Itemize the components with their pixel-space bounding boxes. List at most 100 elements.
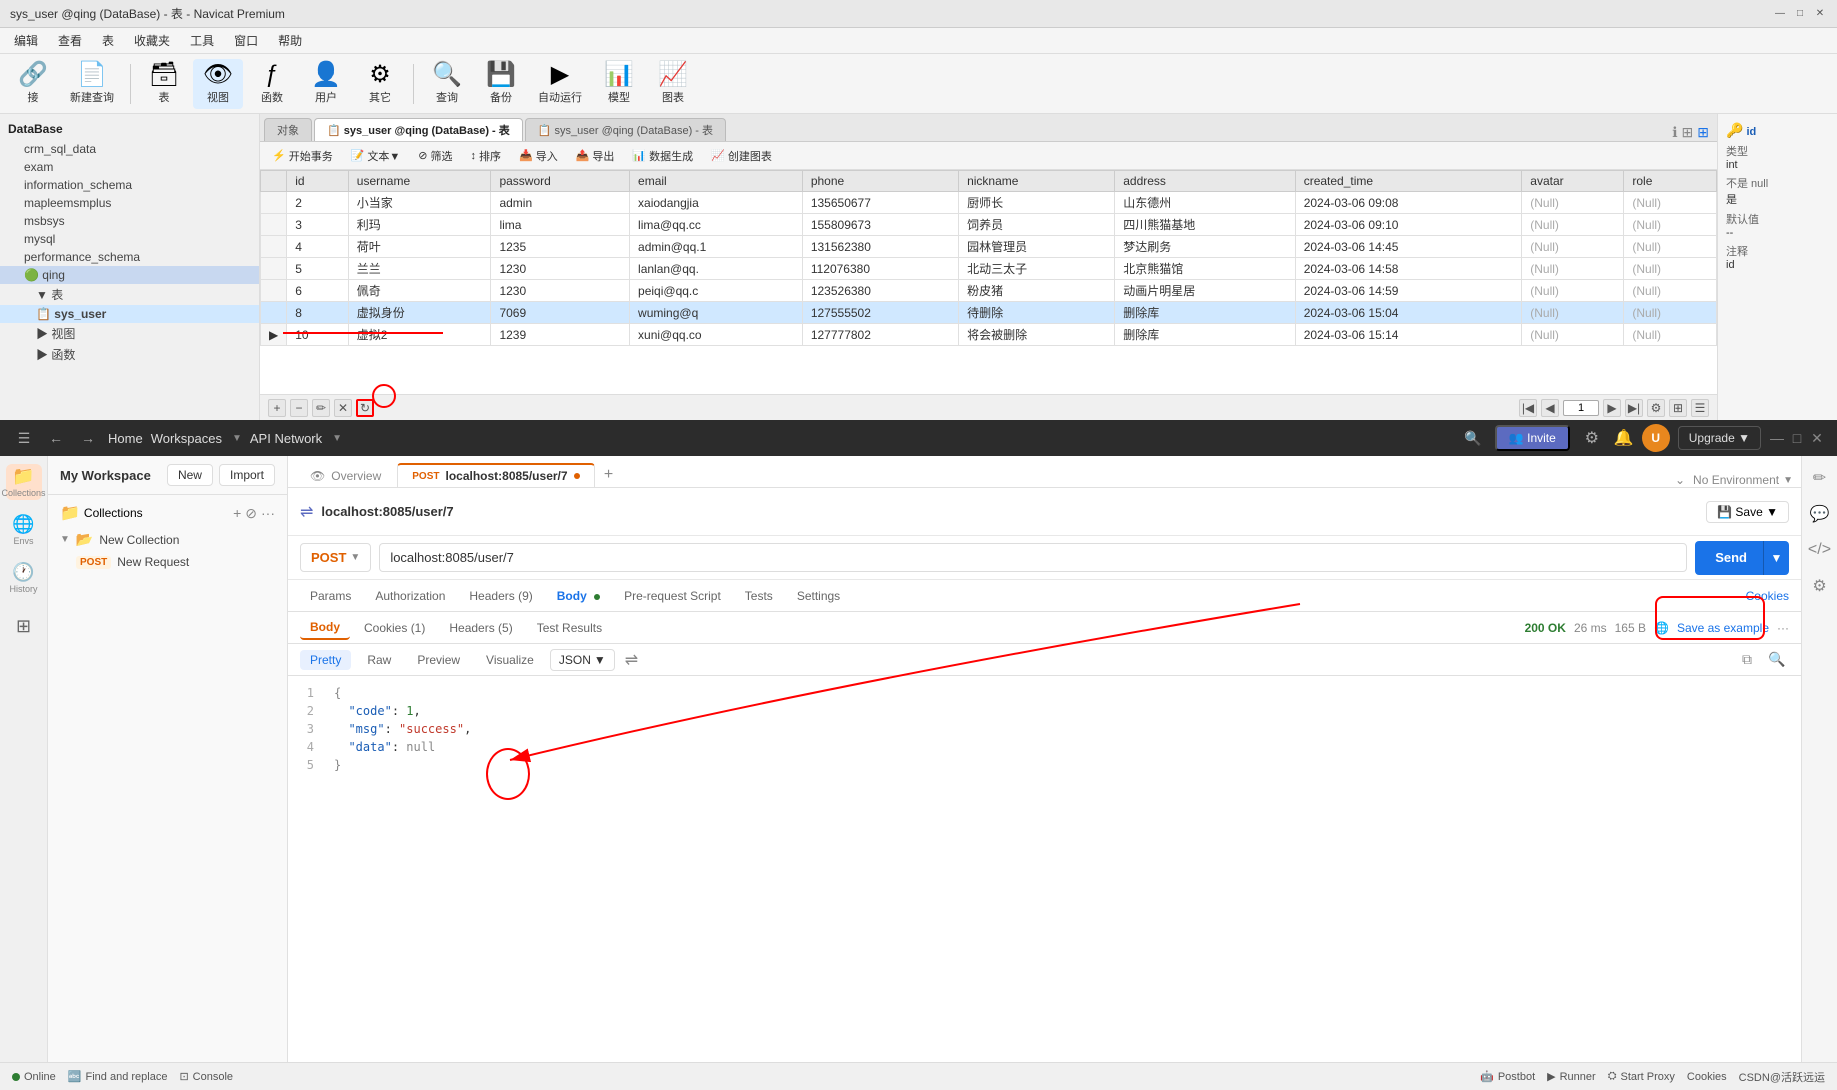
method-select[interactable]: POST ▼ <box>300 543 371 572</box>
next-page-btn[interactable]: ▶ <box>1603 399 1621 417</box>
cell-address[interactable]: 梦达刷务 <box>1115 236 1295 258</box>
tab-sysuser-1[interactable]: 📋 sys_user @qing (DataBase) - 表 <box>314 118 523 141</box>
settings-tab[interactable]: Settings <box>787 585 850 607</box>
right-panel-settings-btn[interactable]: ⚙ <box>1806 572 1834 600</box>
cell-email[interactable]: lanlan@qq. <box>630 258 803 280</box>
db-qing-view-folder[interactable]: ▶ 视图 <box>0 323 259 344</box>
cell-role[interactable]: (Null) <box>1624 192 1717 214</box>
navicat-maximize-btn[interactable]: □ <box>1793 7 1807 21</box>
toolbar-new-query[interactable]: 📄 新建查询 <box>62 59 122 109</box>
cell-password[interactable]: 1230 <box>491 280 630 302</box>
cell-email[interactable]: admin@qq.1 <box>630 236 803 258</box>
hamburger-menu-btn[interactable]: ☰ <box>12 426 36 450</box>
forward-btn[interactable]: → <box>76 426 100 450</box>
params-tab[interactable]: Params <box>300 585 361 607</box>
import-btn[interactable]: Import <box>219 464 275 486</box>
cell-created_time[interactable]: 2024-03-06 15:04 <box>1295 302 1522 324</box>
copy-response-btn[interactable]: ⧉ <box>1735 648 1759 672</box>
cell-address[interactable]: 北京熊猫馆 <box>1115 258 1295 280</box>
row-refresh-btn[interactable]: ↻ <box>356 399 374 417</box>
tab-info-btn[interactable]: ℹ <box>1672 124 1677 141</box>
toolbar-query[interactable]: 🔍 查询 <box>422 59 472 109</box>
expand-arrow[interactable]: ⌄ <box>1675 473 1685 487</box>
cell-id[interactable]: 10 <box>287 324 349 346</box>
db-mysql[interactable]: mysql <box>0 230 259 248</box>
add-collection-btn[interactable]: + <box>233 505 241 522</box>
db-qing[interactable]: 🟢 qing <box>0 266 259 284</box>
invite-btn[interactable]: 👥 Invite <box>1495 425 1570 451</box>
right-panel-code-btn[interactable]: </> <box>1806 536 1834 564</box>
cell-nickname[interactable]: 粉皮猪 <box>959 280 1115 302</box>
toolbar-model[interactable]: 📊 模型 <box>594 59 644 109</box>
cell-id[interactable]: 2 <box>287 192 349 214</box>
first-page-btn[interactable]: |◀ <box>1519 399 1537 417</box>
collection-new-request[interactable]: POST New Request <box>48 552 287 572</box>
cell-avatar[interactable]: (Null) <box>1522 236 1624 258</box>
cell-id[interactable]: 3 <box>287 214 349 236</box>
save-btn[interactable]: 💾 Save ▼ <box>1706 501 1789 523</box>
home-link[interactable]: Home <box>108 431 143 446</box>
toolbar-other[interactable]: ⚙ 其它 <box>355 59 405 109</box>
cell-avatar[interactable]: (Null) <box>1522 302 1624 324</box>
save-example-btn[interactable]: Save as example <box>1677 621 1769 635</box>
row-add-btn[interactable]: + <box>268 399 286 417</box>
send-btn[interactable]: Send <box>1695 541 1767 575</box>
table-row[interactable]: 5兰兰1230lanlan@qq.112076380北动三太子北京熊猫馆2024… <box>261 258 1717 280</box>
more-options-btn[interactable]: ··· <box>261 505 275 522</box>
tab-object[interactable]: 对象 <box>264 118 312 141</box>
grid-view-btn[interactable]: ⊞ <box>1669 399 1687 417</box>
postman-close-btn[interactable]: ✕ <box>1809 430 1825 446</box>
cell-username[interactable]: 虚拟2 <box>348 324 491 346</box>
tab-blue-grid-btn[interactable]: ⊞ <box>1697 124 1709 141</box>
csdn-label[interactable]: CSDN@活跃远运 <box>1739 1069 1825 1085</box>
toolbar-function[interactable]: ƒ 函数 <box>247 59 297 109</box>
cell-phone[interactable]: 131562380 <box>802 236 958 258</box>
cell-email[interactable]: xuni@qq.co <box>630 324 803 346</box>
cell-phone[interactable]: 135650677 <box>802 192 958 214</box>
more-options-response[interactable]: ··· <box>1777 621 1789 635</box>
start-proxy-btn[interactable]: ⛭ Start Proxy <box>1608 1069 1675 1085</box>
headers-tab[interactable]: Headers (9) <box>459 585 542 607</box>
cell-address[interactable]: 删除库 <box>1115 324 1295 346</box>
cell-role[interactable]: (Null) <box>1624 280 1717 302</box>
cell-phone[interactable]: 155809673 <box>802 214 958 236</box>
response-cookies-tab[interactable]: Cookies (1) <box>354 617 435 639</box>
table-row[interactable]: 6佩奇1230peiqi@qq.c123526380粉皮猪动画片明星居2024-… <box>261 280 1717 302</box>
menu-edit[interactable]: 编辑 <box>6 30 46 51</box>
notifications-btn[interactable]: 🔔 <box>1614 428 1634 448</box>
begin-transaction-btn[interactable]: ⚡ 开始事务 <box>264 146 341 166</box>
db-qing-table-folder[interactable]: ▼ 表 <box>0 284 259 305</box>
last-page-btn[interactable]: ▶| <box>1625 399 1643 417</box>
db-crm[interactable]: crm_sql_data <box>0 140 259 158</box>
menu-table[interactable]: 表 <box>94 30 122 51</box>
format-raw[interactable]: Raw <box>357 650 401 670</box>
cell-password[interactable]: 1235 <box>491 236 630 258</box>
prev-page-btn[interactable]: ◀ <box>1541 399 1559 417</box>
row-remove-btn[interactable]: − <box>290 399 308 417</box>
menu-help[interactable]: 帮助 <box>270 30 310 51</box>
sidebar-icon-environments[interactable]: 🌐 Envs <box>6 512 42 548</box>
cell-email[interactable]: xaiodangjia <box>630 192 803 214</box>
menu-tools[interactable]: 工具 <box>182 30 222 51</box>
cell-nickname[interactable]: 将会被删除 <box>959 324 1115 346</box>
sidebar-icon-history[interactable]: 🕐 History <box>6 560 42 596</box>
response-test-results-tab[interactable]: Test Results <box>527 617 612 639</box>
page-number-input[interactable] <box>1563 400 1599 416</box>
cell-created_time[interactable]: 2024-03-06 15:14 <box>1295 324 1522 346</box>
collection-new-collection[interactable]: ▼ 📂 New Collection <box>48 527 287 552</box>
menu-window[interactable]: 窗口 <box>226 30 266 51</box>
menu-favorites[interactable]: 收藏夹 <box>126 30 178 51</box>
cell-username[interactable]: 利玛 <box>348 214 491 236</box>
toolbar-connect[interactable]: 🔗 接 <box>8 59 58 109</box>
table-row[interactable]: 4荷叶1235admin@qq.1131562380园林管理员梦达刷务2024-… <box>261 236 1717 258</box>
cell-id[interactable]: 4 <box>287 236 349 258</box>
tab-sysuser-2[interactable]: 📋 sys_user @qing (DataBase) - 表 <box>525 118 726 141</box>
cell-password[interactable]: 7069 <box>491 302 630 324</box>
workspaces-link[interactable]: Workspaces <box>151 431 222 446</box>
sort-btn[interactable]: ↕ 排序 <box>463 146 510 166</box>
cell-password[interactable]: lima <box>491 214 630 236</box>
cell-role[interactable]: (Null) <box>1624 258 1717 280</box>
cell-username[interactable]: 小当家 <box>348 192 491 214</box>
cell-username[interactable]: 兰兰 <box>348 258 491 280</box>
tab-overview[interactable]: 👁 Overview <box>296 465 395 487</box>
